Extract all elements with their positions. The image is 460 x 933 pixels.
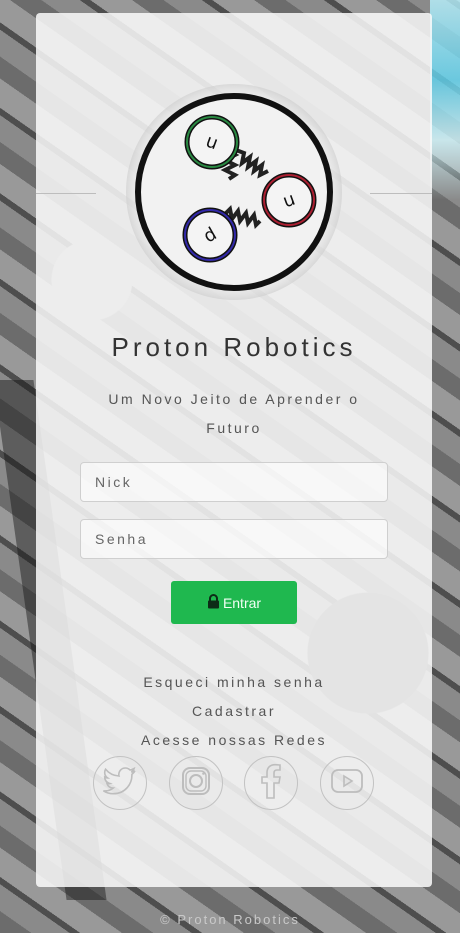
login-button-label: Entrar <box>222 594 262 611</box>
youtube-icon <box>331 769 363 797</box>
page-subtitle: Um Novo Jeito de Aprender o Futuro <box>108 391 360 436</box>
instagram-link[interactable] <box>169 756 223 810</box>
facebook-icon <box>261 763 281 803</box>
background-lightning <box>430 0 460 200</box>
instagram-icon <box>181 766 211 800</box>
register-link[interactable]: Cadastrar <box>36 703 432 719</box>
login-button[interactable]: Entrar <box>171 581 297 624</box>
forgot-password-link[interactable]: Esqueci minha senha <box>36 674 432 690</box>
up-quark-red-icon: u <box>261 172 317 228</box>
facebook-link[interactable] <box>244 756 298 810</box>
up-quark-green-icon: u <box>184 114 240 170</box>
divider-left <box>36 193 96 194</box>
youtube-link[interactable] <box>320 756 374 810</box>
password-input[interactable] <box>80 519 388 559</box>
social-heading: Acesse nossas Redes <box>140 732 328 748</box>
footer-copyright: © Proton Robotics <box>160 912 300 927</box>
twitter-link[interactable] <box>93 756 147 810</box>
divider-right <box>370 193 432 194</box>
lock-icon <box>207 593 220 612</box>
proton-logo: u u d <box>124 80 344 300</box>
twitter-icon <box>102 766 137 800</box>
nick-input[interactable] <box>80 462 388 502</box>
down-quark-blue-icon: d <box>182 207 238 263</box>
page-title: Proton Robotics <box>111 332 357 362</box>
